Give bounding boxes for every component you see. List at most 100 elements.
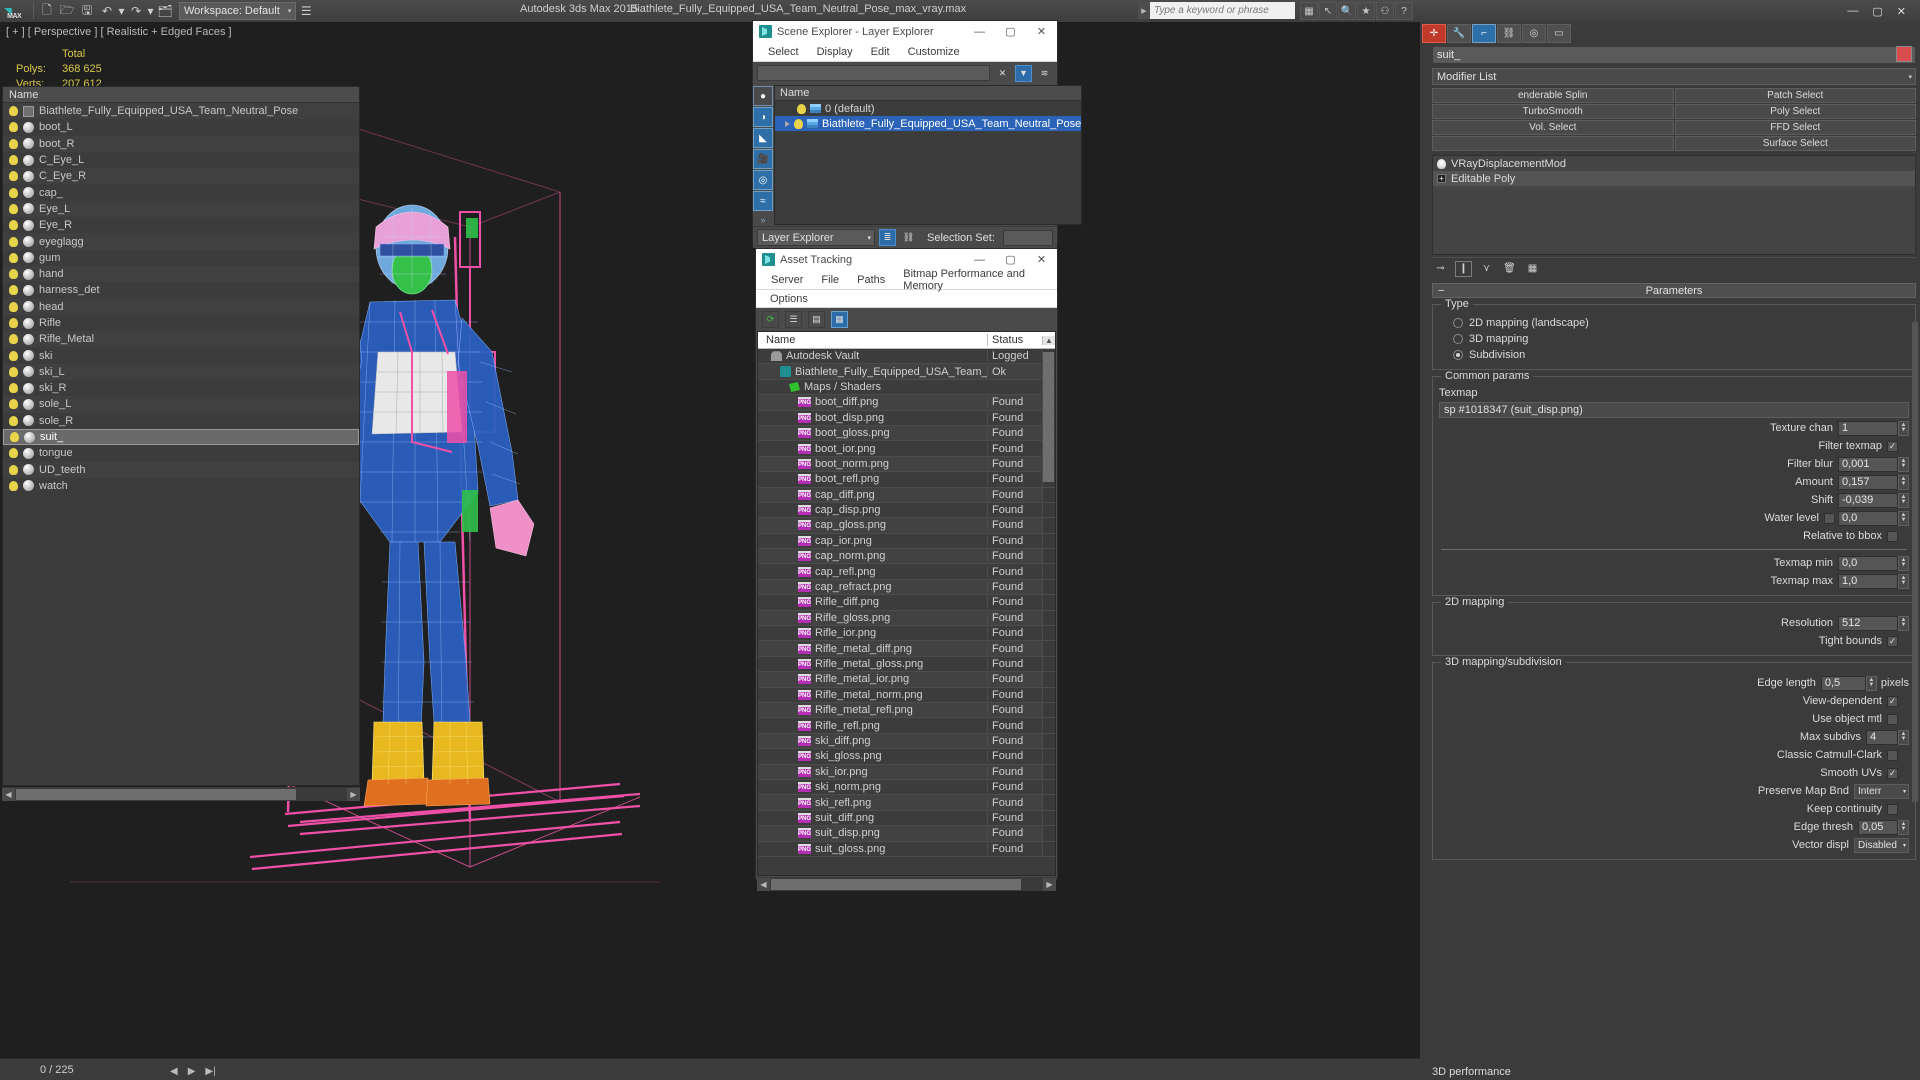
max-logo-icon[interactable]: ◥ MAX	[0, 0, 30, 22]
radio-2d-mapping[interactable]: 2D mapping (landscape)	[1439, 315, 1909, 331]
spinner-icon[interactable]: ▲ ▼	[1898, 510, 1909, 526]
list-item[interactable]: sole_L	[3, 396, 359, 413]
filter-cameras-icon[interactable]: 🎥	[753, 149, 773, 169]
scroll-right-icon[interactable]: ▶	[1043, 877, 1056, 891]
list-item[interactable]: C_Eye_R	[3, 168, 359, 185]
table-row[interactable]: PNG boot_diff.png Found	[758, 395, 1055, 411]
spinner-icon[interactable]: ▲ ▼	[1898, 492, 1909, 508]
lightbulb-icon[interactable]	[9, 269, 18, 280]
modifier-empty[interactable]	[1432, 136, 1674, 151]
asset-tracking-window[interactable]: Asset Tracking — ▢ ✕ Server File Paths B…	[755, 248, 1058, 891]
list-item[interactable]: ski	[3, 347, 359, 363]
menu-select[interactable]: Select	[759, 44, 808, 60]
show-end-result-icon[interactable]: ❙	[1455, 260, 1472, 277]
table-row[interactable]: PNG Rifle_metal_norm.png Found	[758, 687, 1055, 703]
spinner-icon[interactable]: ▲ ▼	[1898, 474, 1909, 490]
hierarchy-mode-icon[interactable]: ⛓	[900, 229, 917, 246]
more-filters-icon[interactable]: »	[760, 215, 765, 225]
scene-explorer-layer-list[interactable]: Name 0 (default) Biathlete_Fully_Equippe…	[774, 85, 1083, 225]
play-icon[interactable]: ▶	[188, 1066, 196, 1077]
info-icon[interactable]: ?	[1395, 2, 1413, 20]
project-folder-icon[interactable]: 🗂	[155, 2, 175, 20]
texmap-min-input[interactable]: 0,0	[1838, 555, 1898, 571]
lightbulb-icon[interactable]	[9, 366, 18, 377]
expand-arrow-icon[interactable]	[785, 120, 790, 127]
list-item[interactable]: head	[3, 298, 359, 315]
filter-lights-icon[interactable]: ◣	[753, 128, 773, 148]
list-item[interactable]: sole_R	[3, 413, 359, 429]
tab-display[interactable]: ◎	[1522, 23, 1546, 43]
table-row[interactable]: PNG cap_ior.png Found	[758, 533, 1055, 550]
layers-icon[interactable]: ≋	[1036, 64, 1053, 82]
table-row[interactable]: PNG Rifle_metal_refl.png Found	[758, 702, 1055, 719]
scene-explorer-search-input[interactable]	[757, 65, 990, 81]
refresh-icon[interactable]: ⟳	[762, 310, 779, 328]
keep-continuity-checkbox[interactable]	[1887, 803, 1898, 815]
modifier-stack[interactable]: VRayDisplacementMod + Editable Poly	[1432, 155, 1916, 255]
collapse-icon[interactable]: −	[1438, 285, 1444, 297]
preserve-map-bnd-combo[interactable]: Interr ▾	[1854, 783, 1909, 799]
layer-row-default[interactable]: 0 (default)	[775, 101, 1081, 116]
texmap-max-input[interactable]: 1,0	[1838, 573, 1898, 589]
list-item[interactable]: hand	[3, 265, 359, 283]
lightbulb-icon[interactable]	[9, 448, 18, 459]
spinner-icon[interactable]: ▲ ▼	[1898, 456, 1909, 472]
scene-list-horizontal-scrollbar[interactable]: ◀ ▶	[2, 787, 360, 801]
list-item[interactable]: ski_R	[3, 380, 359, 396]
spinner-icon[interactable]: ▲ ▼	[1898, 819, 1909, 835]
asset-horizontal-scrollbar[interactable]: ◀ ▶	[757, 877, 1056, 891]
lightbulb-icon[interactable]	[794, 118, 803, 129]
filter-geometry-icon[interactable]: ●	[753, 86, 773, 106]
scene-object-list[interactable]: Name Biathlete_Fully_Equipped_USA_Team_N…	[2, 86, 360, 786]
water-level-input[interactable]: 0,0	[1838, 510, 1898, 526]
radio-icon[interactable]	[1453, 334, 1463, 344]
lightbulb-icon[interactable]	[797, 103, 806, 114]
modifier-ffd-select[interactable]: FFD Select	[1674, 120, 1916, 135]
radio-subdivision[interactable]: Subdivision	[1439, 347, 1909, 363]
vertical-scrollbar-thumb[interactable]	[1043, 352, 1054, 482]
lightbulb-icon[interactable]	[9, 318, 18, 328]
table-row[interactable]: Autodesk Vault Logged	[758, 349, 1055, 365]
list-item[interactable]: UD_teeth	[3, 461, 359, 478]
radio-icon[interactable]	[1453, 318, 1463, 328]
object-name-field[interactable]: suit_	[1432, 46, 1916, 64]
edge-thresh-input[interactable]: 0,05	[1858, 819, 1898, 835]
filter-icon[interactable]: ▼	[1015, 64, 1032, 82]
command-panel-scrollbar[interactable]	[1912, 322, 1918, 802]
table-row[interactable]: PNG ski_norm.png Found	[758, 779, 1055, 796]
view-dependent-checkbox[interactable]: ✓	[1887, 695, 1898, 707]
spinner-icon[interactable]: ▲ ▼	[1898, 729, 1909, 745]
timeline-transport-controls[interactable]: ◀ ▶ ▶|	[170, 1066, 216, 1077]
filter-shapes-icon[interactable]: ◑	[753, 107, 773, 127]
lightbulb-icon[interactable]	[9, 350, 18, 361]
modifier-list-dropdown[interactable]: Modifier List ▾	[1432, 68, 1916, 85]
table-row[interactable]: PNG ski_ior.png Found	[758, 764, 1055, 780]
lightbulb-icon[interactable]	[9, 334, 18, 345]
menu-file[interactable]: File	[812, 272, 848, 288]
scroll-left-icon[interactable]: ◀	[2, 787, 15, 801]
layer-row-biathlete[interactable]: Biathlete_Fully_Equipped_USA_Team_Neutra…	[775, 116, 1082, 131]
table-row[interactable]: PNG cap_gloss.png Found	[758, 518, 1055, 534]
layer-mode-icon[interactable]: ≣	[879, 229, 896, 246]
lightbulb-icon[interactable]	[9, 220, 18, 231]
list-view-icon[interactable]: ☰	[785, 310, 802, 328]
tab-create[interactable]: ✛	[1422, 23, 1446, 43]
parameters-rollout-header[interactable]: − Parameters	[1432, 283, 1916, 298]
table-row[interactable]: PNG boot_norm.png Found	[758, 456, 1055, 473]
undo-icon[interactable]: ↶	[97, 2, 117, 20]
list-item[interactable]: eyeglagg	[3, 233, 359, 250]
list-item[interactable]: watch	[3, 478, 359, 494]
table-row[interactable]: PNG Rifle_metal_gloss.png Found	[758, 656, 1055, 673]
list-item[interactable]: Eye_R	[3, 217, 359, 233]
modifier-poly-select[interactable]: Poly Select	[1674, 104, 1916, 119]
maximize-icon[interactable]: ▢	[995, 21, 1026, 42]
selection-set-input[interactable]	[1002, 229, 1053, 246]
list-item[interactable]: ski_L	[3, 363, 359, 381]
lightbulb-icon[interactable]	[9, 122, 18, 133]
menu-paths[interactable]: Paths	[848, 272, 894, 288]
close-icon[interactable]: ✕	[1026, 21, 1057, 42]
redo-icon[interactable]: ↷	[126, 2, 146, 20]
lightbulb-icon[interactable]	[9, 106, 18, 117]
modifier-renderable-spline[interactable]: enderable Splin	[1432, 88, 1674, 103]
close-icon[interactable]: ✕	[1897, 5, 1906, 18]
